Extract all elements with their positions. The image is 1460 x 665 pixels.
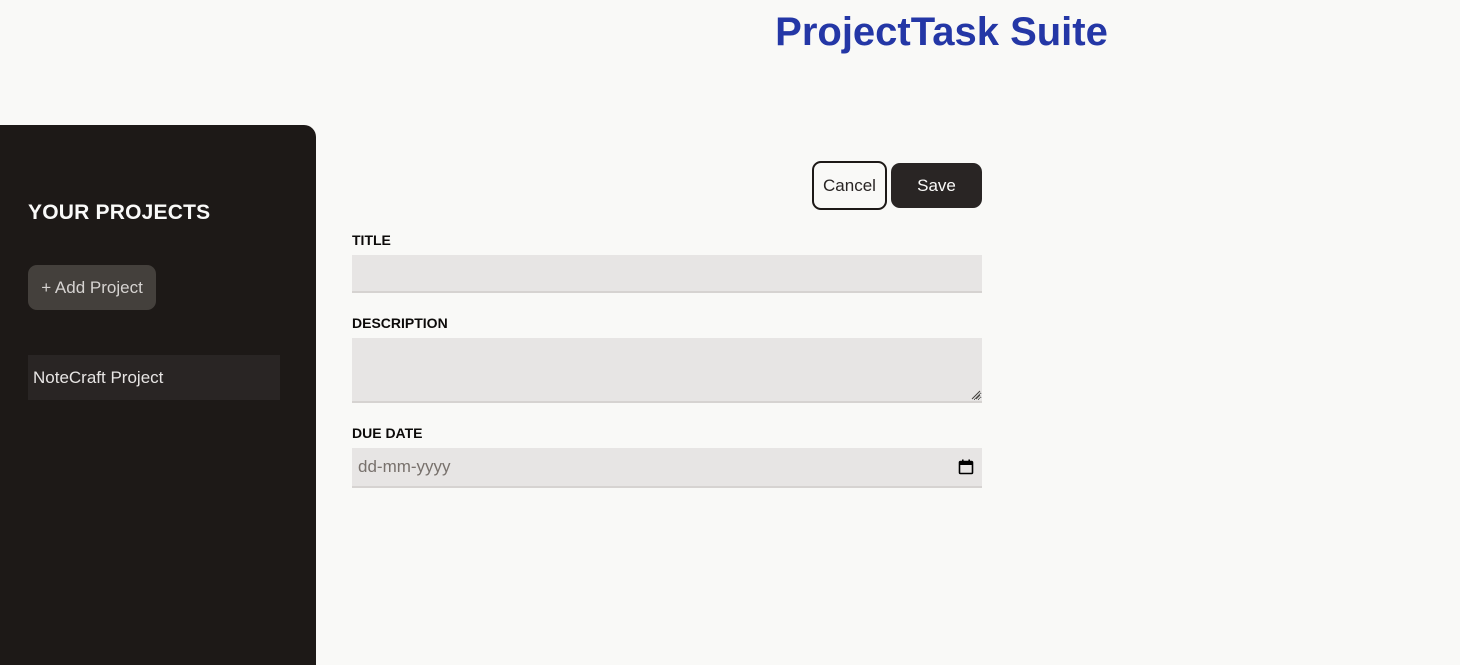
due-date-input[interactable]: dd-mm-yyyy: [352, 448, 982, 488]
title-input[interactable]: [352, 255, 982, 293]
project-item-label: NoteCraft Project: [33, 368, 164, 387]
description-label: DESCRIPTION: [352, 315, 448, 331]
title-label: TITLE: [352, 232, 391, 248]
description-textarea[interactable]: [352, 338, 982, 403]
add-project-button[interactable]: + Add Project: [28, 265, 156, 310]
app-title: ProjectTask Suite: [775, 10, 1108, 54]
sidebar-heading: YOUR PROJECTS: [28, 201, 211, 224]
cancel-button[interactable]: Cancel: [812, 161, 887, 210]
due-date-placeholder: dd-mm-yyyy: [358, 457, 451, 476]
due-date-label: DUE DATE: [352, 425, 423, 441]
save-button[interactable]: Save: [891, 163, 982, 208]
sidebar-item-notecraft-project[interactable]: NoteCraft Project: [28, 355, 280, 400]
calendar-icon[interactable]: [958, 459, 974, 475]
resize-grip-icon[interactable]: [969, 388, 981, 400]
